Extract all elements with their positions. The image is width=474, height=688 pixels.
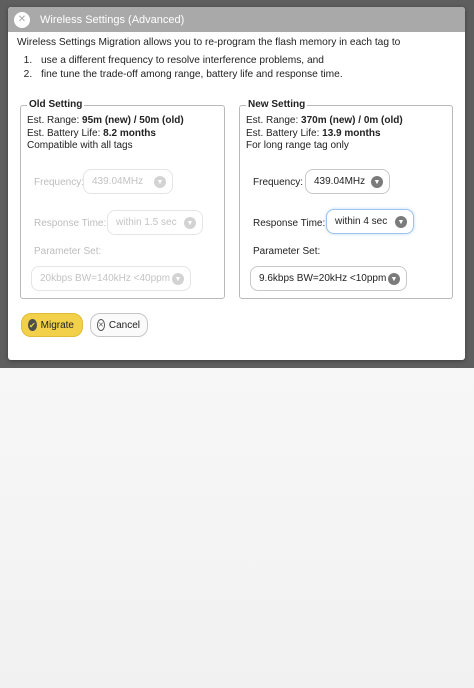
chevron-down-icon: ▼ (172, 273, 184, 285)
intro-paragraph: Wireless Settings Migration allows you t… (17, 37, 401, 48)
new-parameter-select[interactable]: 9.6kbps BW=20kHz <10ppm ▼ (250, 266, 407, 291)
intro-text: Wireless Settings Migration allows you t… (8, 32, 465, 82)
old-frequency-value: 439.04MHz (92, 176, 144, 187)
migrate-label: Migrate (40, 319, 74, 331)
new-setting-info: Est. Range: 370m (new) / 0m (old) Est. B… (246, 115, 403, 153)
range-value: 95m (new) / 50m (old) (82, 115, 184, 126)
frequency-label: Frequency: (253, 177, 304, 188)
wireless-settings-dialog: ✕ Wireless Settings (Advanced) Wireless … (8, 7, 465, 360)
new-parameter-value: 9.6kbps BW=20kHz <10ppm (259, 273, 387, 284)
frequency-label: Frequency: (34, 177, 85, 188)
new-response-value: within 4 sec (335, 216, 388, 227)
range-label: Est. Range: (27, 115, 83, 126)
range-label: Est. Range: (246, 115, 302, 126)
chevron-down-icon: ▼ (395, 216, 407, 228)
battery-value: 13.9 months (322, 127, 381, 139)
chevron-down-icon: ▼ (154, 176, 166, 188)
new-frequency-select[interactable]: 439.04MHz ▼ (305, 169, 390, 194)
new-setting-legend: New Setting (246, 99, 308, 110)
old-setting-info: Est. Range: 95m (new) / 50m (old) Est. B… (27, 115, 184, 153)
dialog-titlebar: ✕ Wireless Settings (Advanced) (8, 7, 465, 32)
close-icon[interactable]: ✕ (14, 11, 30, 28)
check-icon: ✔ (28, 319, 37, 331)
compat-note: For long range tag only (246, 140, 349, 151)
old-response-value: within 1.5 sec (116, 217, 177, 228)
migrate-button[interactable]: ✔ Migrate (21, 313, 83, 337)
chevron-down-icon: ▼ (184, 217, 196, 229)
response-time-label: Response Time: (253, 218, 326, 229)
close-icon: ✕ (97, 319, 105, 331)
old-parameter-value: 20kbps BW=140kHz <40ppm (40, 273, 171, 284)
cancel-label: Cancel (108, 319, 141, 331)
parameter-set-label: Parameter Set: (253, 246, 321, 257)
old-parameter-select: 20kbps BW=140kHz <40ppm ▼ (31, 266, 191, 291)
intro-list-item: fine tune the trade-off among range, bat… (35, 68, 456, 82)
battery-value: 8.2 months (103, 127, 156, 139)
chevron-down-icon: ▼ (371, 176, 383, 188)
intro-list: use a different frequency to resolve int… (35, 54, 456, 82)
parameter-set-label: Parameter Set: (34, 246, 102, 257)
compat-note: Compatible with all tags (27, 140, 133, 151)
old-response-select: within 1.5 sec ▼ (107, 210, 203, 235)
response-time-label: Response Time: (34, 218, 107, 229)
range-value: 370m (new) / 0m (old) (301, 115, 403, 126)
old-setting-legend: Old Setting (27, 99, 85, 110)
battery-label: Est. Battery Life: (27, 127, 104, 139)
new-frequency-value: 439.04MHz (314, 176, 366, 187)
page-background (0, 368, 474, 688)
cancel-button[interactable]: ✕ Cancel (90, 313, 148, 337)
battery-label: Est. Battery Life: (246, 127, 323, 139)
old-frequency-select: 439.04MHz ▼ (83, 169, 173, 194)
intro-list-item: use a different frequency to resolve int… (35, 54, 456, 68)
dialog-title: Wireless Settings (Advanced) (40, 13, 185, 26)
chevron-down-icon: ▼ (388, 273, 400, 285)
new-response-select[interactable]: within 4 sec ▼ (326, 209, 414, 234)
old-setting-group: Old Setting Est. Range: 95m (new) / 50m … (20, 99, 225, 299)
new-setting-group: New Setting Est. Range: 370m (new) / 0m … (239, 99, 453, 299)
